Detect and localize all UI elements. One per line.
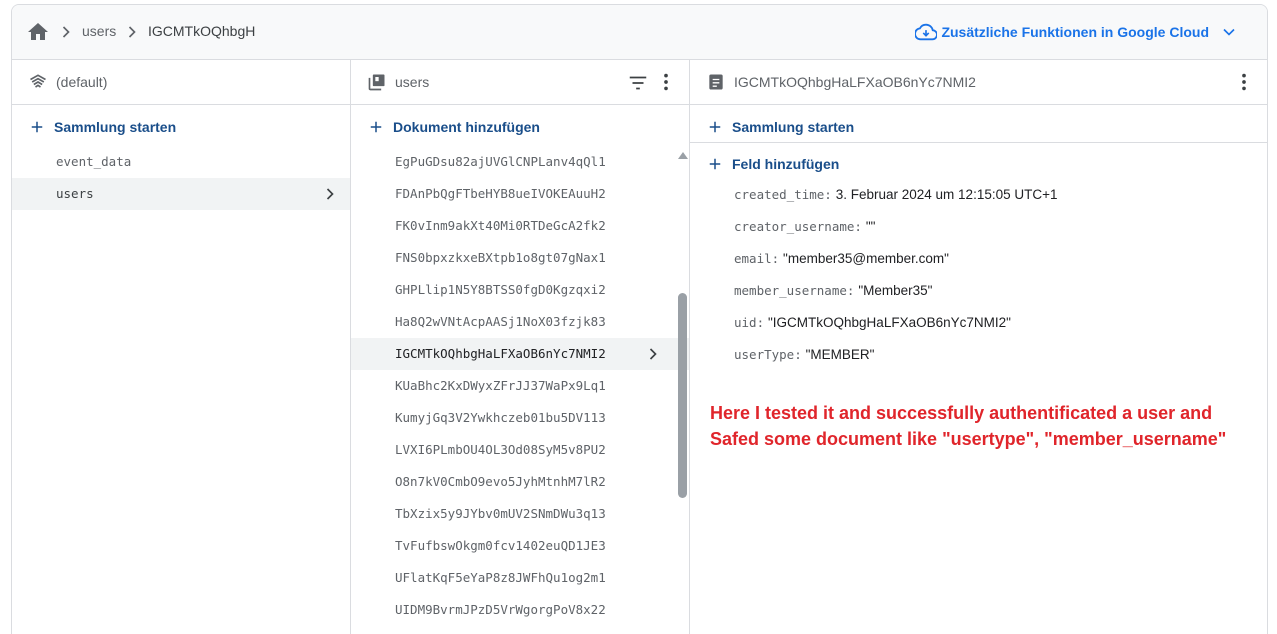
plus-icon xyxy=(370,121,382,133)
more-vert-icon[interactable] xyxy=(1233,71,1255,93)
collection-title: users xyxy=(395,74,430,90)
plus-icon xyxy=(709,158,721,170)
document-list-item[interactable]: TbXzix5y9JYbv0mUV2SNmDWu3q13 xyxy=(351,498,689,530)
add-field-button[interactable]: Feld hinzufügen xyxy=(706,154,839,174)
document-id-label: KUaBhc2KxDWyxZFrJJ37WaPx9Lq1 xyxy=(395,378,606,393)
start-subcollection-button[interactable]: Sammlung starten xyxy=(706,117,854,137)
field-value: "IGCMTkOQhbgHaLFXaOB6nYc7NMI2" xyxy=(768,315,1011,330)
document-id-label: UIDM9BvrmJPzD5VrWgorgPoV8x22 xyxy=(395,602,606,617)
start-subcollection-label: Sammlung starten xyxy=(732,119,855,135)
document-id-label: FDAnPbQgFTbeHYB8ueIVOKEAuuH2 xyxy=(395,186,606,201)
root-column: (default) Sammlung starten event_data us… xyxy=(12,60,351,634)
collection-column-header: users xyxy=(351,60,689,105)
field-row[interactable]: email: "member35@member.com" xyxy=(734,248,949,268)
document-list-item[interactable]: O8n7kV0CmbO9evo5JyhMtnhM7lR2 xyxy=(351,466,689,498)
document-column-header: IGCMTkOQhbgHaLFXaOB6nYc7NMI2 xyxy=(690,60,1267,105)
collection-item-event-data[interactable]: event_data xyxy=(12,146,350,178)
document-icon xyxy=(709,74,723,90)
document-list-item[interactable]: Ha8Q2wVNtAcpAASj1NoX03fzjk83 xyxy=(351,306,689,338)
document-list-item[interactable]: KUaBhc2KxDWyxZFrJJ37WaPx9Lq1 xyxy=(351,370,689,402)
plus-icon xyxy=(709,121,721,133)
field-value: "MEMBER" xyxy=(805,347,875,362)
root-column-header: (default) xyxy=(12,60,350,105)
document-list-item[interactable]: LVXI6PLmbOU4OL3Od08SyM5v8PU2 xyxy=(351,434,689,466)
collection-label: users xyxy=(56,186,94,201)
field-row[interactable]: userType: "MEMBER" xyxy=(734,344,874,364)
document-list-item[interactable]: KumyjGq3V2Ywkhczeb01bu5DV113 xyxy=(351,402,689,434)
google-cloud-features-link[interactable]: Zusätzliche Funktionen in Google Cloud xyxy=(915,19,1239,45)
home-icon[interactable] xyxy=(26,20,50,44)
add-document-button[interactable]: Dokument hinzufügen xyxy=(367,117,540,137)
breadcrumb-item-users[interactable]: users xyxy=(82,23,116,39)
document-title: IGCMTkOQhbgHaLFXaOB6nYc7NMI2 xyxy=(734,74,976,90)
document-column: IGCMTkOQhbgHaLFXaOB6nYc7NMI2 Sammlung st… xyxy=(690,60,1267,634)
filter-icon[interactable] xyxy=(627,72,649,94)
document-list-item[interactable]: GHPLlip1N5Y8BTSS0fgD0Kgzqxi2 xyxy=(351,274,689,306)
field-value: "Member35" xyxy=(858,283,933,298)
annotation-note: Here I tested it and successfully authen… xyxy=(710,403,1227,449)
field-key: creator_username: xyxy=(734,219,862,234)
document-id-label: FK0vInm9akXt40Mi0RTDeGcA2fk2 xyxy=(395,218,606,233)
firestore-console: users IGCMTkOQhbgH Zusätzliche Funktione… xyxy=(11,4,1268,634)
field-key: email: xyxy=(734,251,780,266)
add-document-label: Dokument hinzufügen xyxy=(393,119,540,135)
chevron-down-icon xyxy=(1223,28,1235,36)
document-id-label: TvFufbswOkgm0fcv1402euQD1JE3 xyxy=(395,538,606,553)
document-id-label: TbXzix5y9JYbv0mUV2SNmDWu3q13 xyxy=(395,506,606,521)
document-list-item[interactable]: FNS0bpxzkxeBXtpb1o8gt07gNax1 xyxy=(351,242,689,274)
chevron-right-icon xyxy=(128,26,136,38)
breadcrumb-item-document[interactable]: IGCMTkOQhbgH xyxy=(148,23,255,39)
database-icon xyxy=(30,74,46,88)
add-field-label: Feld hinzufügen xyxy=(732,156,840,172)
field-key: member_username: xyxy=(734,283,855,298)
document-id-label: EgPuGDsu82ajUVGlCNPLanv4qQl1 xyxy=(395,154,606,169)
collection-icon xyxy=(368,74,385,91)
document-list-item[interactable]: TvFufbswOkgm0fcv1402euQD1JE3 xyxy=(351,530,689,562)
breadcrumb-bar: users IGCMTkOQhbgH Zusätzliche Funktione… xyxy=(12,5,1267,60)
field-key: userType: xyxy=(734,347,802,362)
google-cloud-features-label: Zusätzliche Funktionen in Google Cloud xyxy=(941,24,1209,40)
field-key: created_time: xyxy=(734,187,832,202)
more-vert-icon[interactable] xyxy=(655,71,677,93)
document-list-item[interactable]: IGCMTkOQhbgHaLFXaOB6nYc7NMI2 xyxy=(351,338,689,370)
chevron-right-icon xyxy=(649,348,657,360)
database-title: (default) xyxy=(56,74,108,90)
document-id-label: LVXI6PLmbOU4OL3Od08SyM5v8PU2 xyxy=(395,442,606,457)
field-row[interactable]: uid: "IGCMTkOQhbgHaLFXaOB6nYc7NMI2" xyxy=(734,312,1011,332)
document-list-item[interactable]: FK0vInm9akXt40Mi0RTDeGcA2fk2 xyxy=(351,210,689,242)
field-row[interactable]: member_username: "Member35" xyxy=(734,280,932,300)
document-list-item[interactable]: UIDM9BvrmJPzD5VrWgorgPoV8x22 xyxy=(351,594,689,626)
start-collection-button[interactable]: Sammlung starten xyxy=(28,117,176,137)
collection-column: users Dokument hinzufügen EgPuGDsu82ajUV… xyxy=(351,60,690,634)
document-id-label: FNS0bpxzkxeBXtpb1o8gt07gNax1 xyxy=(395,250,606,265)
document-id-label: KumyjGq3V2Ywkhczeb01bu5DV113 xyxy=(395,410,606,425)
document-id-label: Ha8Q2wVNtAcpAASj1NoX03fzjk83 xyxy=(395,314,606,329)
scroll-up-arrow-icon[interactable] xyxy=(678,152,688,159)
collection-label: event_data xyxy=(56,154,132,169)
field-value: "member35@member.com" xyxy=(783,251,949,266)
plus-icon xyxy=(31,121,43,133)
document-list-item[interactable]: FDAnPbQgFTbeHYB8ueIVOKEAuuH2 xyxy=(351,178,689,210)
chevron-right-icon xyxy=(62,26,70,38)
field-value: "" xyxy=(865,219,876,234)
start-collection-label: Sammlung starten xyxy=(54,119,177,135)
field-row[interactable]: creator_username: "" xyxy=(734,216,875,236)
field-row[interactable]: created_time: 3. Februar 2024 um 12:15:0… xyxy=(734,184,1058,204)
collection-item-users[interactable]: users xyxy=(12,178,350,210)
divider xyxy=(690,142,1267,143)
cloud-icon xyxy=(915,23,938,41)
field-value: 3. Februar 2024 um 12:15:05 UTC+1 xyxy=(835,187,1058,202)
document-id-label: O8n7kV0CmbO9evo5JyhMtnhM7lR2 xyxy=(395,474,606,489)
document-list: EgPuGDsu82ajUVGlCNPLanv4qQl1 FDAnPbQgFTbe… xyxy=(351,146,689,634)
document-list-item[interactable]: VqeGaeqQPSTaaFXXU21aePud1JI2 xyxy=(351,626,689,634)
document-id-label: IGCMTkOQhbgHaLFXaOB6nYc7NMI2 xyxy=(395,346,606,361)
field-key: uid: xyxy=(734,315,765,330)
document-list-item[interactable]: EgPuGDsu82ajUVGlCNPLanv4qQl1 xyxy=(351,146,689,178)
scrollbar-thumb[interactable] xyxy=(678,293,687,498)
document-id-label: UFlatKqF5eYaP8z8JWFhQu1og2m1 xyxy=(395,570,606,585)
document-id-label: GHPLlip1N5Y8BTSS0fgD0Kgzqxi2 xyxy=(395,282,606,297)
chevron-right-icon xyxy=(326,188,334,200)
document-list-item[interactable]: UFlatKqF5eYaP8z8JWFhQu1og2m1 xyxy=(351,562,689,594)
